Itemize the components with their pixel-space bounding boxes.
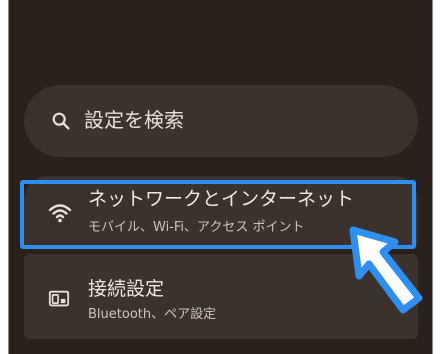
settings-item-subtitle: Bluetooth、ペア設定 [88,307,217,322]
connected-devices-icon [48,290,70,307]
search-icon [52,112,70,130]
screenshot-frame: 設定を検索 ネットワークとインターネット モバイル、Wi‑Fi、アクセス ポイン… [0,0,442,354]
settings-item-title: 接続設定 [88,278,165,300]
search-placeholder: 設定を検索 [84,108,184,132]
pointer-arrow-icon [349,226,423,314]
settings-search-bar[interactable]: 設定を検索 [24,85,418,157]
